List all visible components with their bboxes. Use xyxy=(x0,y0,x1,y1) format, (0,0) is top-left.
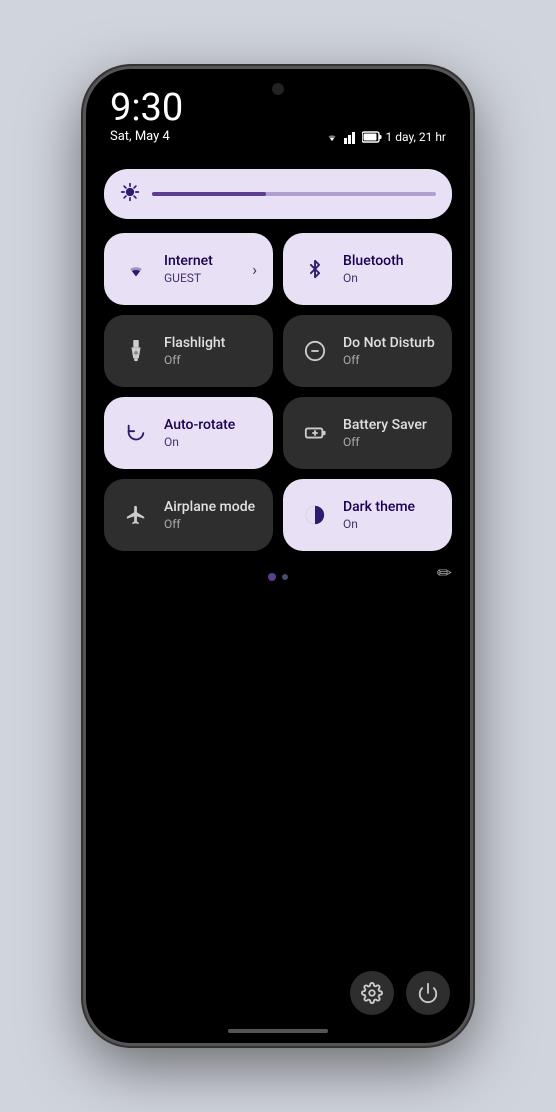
power-button[interactable] xyxy=(406,971,450,1015)
bluetooth-tile-title: Bluetooth xyxy=(343,253,436,270)
brightness-fill xyxy=(152,192,266,196)
dark-theme-icon xyxy=(299,499,331,531)
tiles-grid: Internet GUEST › Bluetooth On xyxy=(104,233,452,551)
bottom-buttons xyxy=(350,971,450,1015)
battery-saver-tile-subtitle: Off xyxy=(343,435,436,449)
date-display: Sat, May 4 xyxy=(110,129,170,144)
dnd-icon xyxy=(299,335,331,367)
dot-2 xyxy=(282,574,288,580)
wifi-icon xyxy=(120,253,152,285)
airplane-tile-title: Airplane mode xyxy=(164,499,257,516)
dark-theme-tile-title: Dark theme xyxy=(343,499,436,516)
tile-auto-rotate[interactable]: Auto-rotate On xyxy=(104,397,273,469)
volume-down-button[interactable] xyxy=(83,359,85,419)
airplane-tile-subtitle: Off xyxy=(164,517,257,531)
bluetooth-icon xyxy=(299,253,331,285)
internet-arrow-icon: › xyxy=(252,260,257,279)
wifi-status-icon xyxy=(324,130,340,144)
dot-1 xyxy=(268,573,276,581)
signal-icon xyxy=(344,130,358,144)
battery-saver-tile-title: Battery Saver xyxy=(343,417,436,434)
internet-tile-subtitle: GUEST xyxy=(164,271,240,285)
power-side-button[interactable] xyxy=(471,269,473,329)
bluetooth-tile-text: Bluetooth On xyxy=(343,253,436,286)
rotate-icon xyxy=(120,417,152,449)
page-dots xyxy=(268,573,288,581)
brightness-icon xyxy=(120,182,140,207)
volume-up-button[interactable] xyxy=(83,284,85,344)
status-bar: 9:30 Sat, May 4 xyxy=(86,69,470,144)
flashlight-tile-text: Flashlight Off xyxy=(164,335,257,368)
tile-internet[interactable]: Internet GUEST › xyxy=(104,233,273,305)
flashlight-tile-subtitle: Off xyxy=(164,353,257,367)
mute-button[interactable] xyxy=(83,229,85,269)
tile-airplane-mode[interactable]: Airplane mode Off xyxy=(104,479,273,551)
internet-tile-title: Internet xyxy=(164,253,240,270)
auto-rotate-tile-text: Auto-rotate On xyxy=(164,417,257,450)
phone-frame: 9:30 Sat, May 4 xyxy=(83,66,473,1046)
flashlight-tile-title: Flashlight xyxy=(164,335,257,352)
tile-dnd[interactable]: Do Not Disturb Off xyxy=(283,315,452,387)
dark-theme-tile-text: Dark theme On xyxy=(343,499,436,532)
bluetooth-tile-subtitle: On xyxy=(343,271,436,285)
tile-flashlight[interactable]: Flashlight Off xyxy=(104,315,273,387)
tile-dark-theme[interactable]: Dark theme On xyxy=(283,479,452,551)
battery-saver-tile-text: Battery Saver Off xyxy=(343,417,436,450)
edit-icon[interactable]: ✏ xyxy=(437,563,452,584)
tile-bluetooth[interactable]: Bluetooth On xyxy=(283,233,452,305)
status-icons: 1 day, 21 hr xyxy=(324,130,446,144)
dark-theme-tile-subtitle: On xyxy=(343,517,436,531)
dnd-tile-title: Do Not Disturb xyxy=(343,335,436,352)
auto-rotate-tile-title: Auto-rotate xyxy=(164,417,257,434)
brightness-slider[interactable] xyxy=(104,169,452,219)
dnd-tile-subtitle: Off xyxy=(343,353,436,367)
quick-settings-panel: Internet GUEST › Bluetooth On xyxy=(104,169,452,963)
airplane-icon xyxy=(120,499,152,531)
dnd-tile-text: Do Not Disturb Off xyxy=(343,335,436,368)
settings-button[interactable] xyxy=(350,971,394,1015)
tile-battery-saver[interactable]: Battery Saver Off xyxy=(283,397,452,469)
phone-screen: 9:30 Sat, May 4 xyxy=(86,69,470,1043)
auto-rotate-tile-subtitle: On xyxy=(164,435,257,449)
battery-saver-icon xyxy=(299,417,331,449)
brightness-track[interactable] xyxy=(152,192,436,196)
battery-status-icon xyxy=(362,131,382,143)
flashlight-icon xyxy=(120,335,152,367)
camera-notch xyxy=(272,83,284,95)
home-indicator[interactable] xyxy=(228,1029,328,1033)
internet-tile-text: Internet GUEST xyxy=(164,253,240,286)
airplane-tile-text: Airplane mode Off xyxy=(164,499,257,532)
battery-text: 1 day, 21 hr xyxy=(386,130,446,144)
